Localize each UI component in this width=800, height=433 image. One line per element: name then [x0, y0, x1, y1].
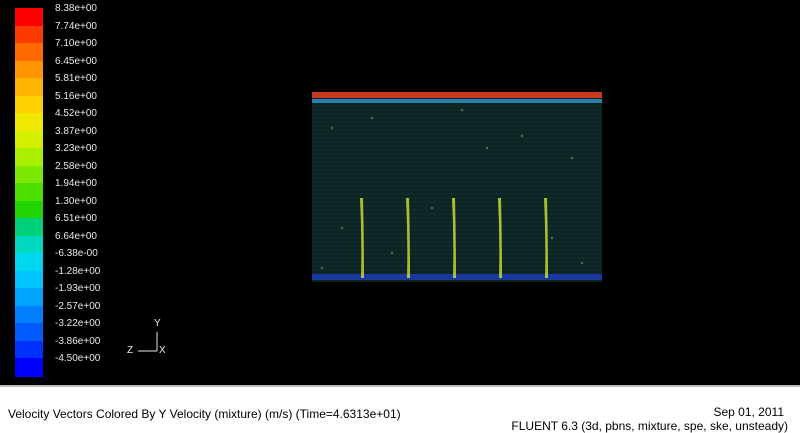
- legend-swatch: [15, 183, 43, 202]
- legend-label: -6.38e-00: [55, 248, 98, 259]
- legend-swatch: [15, 305, 43, 324]
- axis-label-y: Y: [154, 318, 161, 329]
- legend-label: -1.93e+00: [55, 283, 101, 294]
- legend-swatch: [15, 148, 43, 167]
- legend-swatch: [15, 253, 43, 272]
- legend-swatch: [15, 200, 43, 219]
- legend-swatch: [15, 43, 43, 62]
- legend-swatch: [15, 288, 43, 307]
- vector-speck: [485, 146, 489, 150]
- legend-label: -3.22e+00: [55, 318, 101, 329]
- legend-swatch: [15, 218, 43, 237]
- vector-speck: [580, 261, 584, 265]
- vector-speck: [550, 236, 554, 240]
- legend-swatch: [15, 60, 43, 79]
- color-legend: 8.38e+00 7.74e+00 7.10e+00 6.45e+00 5.81e+00…: [15, 4, 115, 377]
- legend-swatch: [15, 323, 43, 342]
- legend-label: -1.28e+00: [55, 265, 101, 277]
- info-bar: Velocity Vectors Colored By Y Velocity (…: [0, 385, 800, 433]
- legend-label: -4.50e+00: [55, 353, 101, 364]
- legend-label: 8.38e+00: [55, 3, 97, 14]
- vector-speck: [460, 108, 464, 112]
- legend-swatch: [15, 113, 43, 132]
- axis-label-z: Z: [127, 345, 134, 356]
- legend-swatch: [15, 25, 43, 44]
- plot-caption: Velocity Vectors Colored By Y Velocity (…: [8, 407, 401, 421]
- vector-speck: [570, 156, 574, 160]
- legend-label: -2.57e+00: [55, 300, 101, 312]
- legend-swatch: [15, 340, 43, 359]
- legend-label: 4.52e+00: [55, 108, 97, 119]
- axis-triad-lines: [138, 332, 158, 352]
- plot-date: Sep 01, 2011: [713, 405, 784, 419]
- legend-swatch: [15, 130, 43, 149]
- graphics-viewport[interactable]: 8.38e+00 7.74e+00 7.10e+00 6.45e+00 5.81e+00…: [0, 0, 800, 385]
- vector-speck: [340, 226, 344, 230]
- legend-label: 5.16e+00: [55, 90, 97, 102]
- top-band: [312, 92, 602, 98]
- legend-label: 1.94e+00: [55, 178, 97, 189]
- legend-swatch: [15, 165, 43, 184]
- legend-label: 6.51e+00: [55, 213, 97, 224]
- axis-triad: Y Z X: [125, 318, 175, 363]
- legend-label: 3.23e+00: [55, 143, 97, 154]
- vector-speck: [330, 126, 334, 130]
- info-bar-divider: [0, 385, 800, 387]
- legend-label: 3.87e+00: [55, 125, 97, 137]
- legend-label: -3.86e+00: [55, 335, 101, 347]
- legend-label: 7.10e+00: [55, 38, 97, 49]
- vector-speck: [520, 134, 524, 138]
- legend-swatch: [15, 8, 43, 27]
- legend-label: 7.74e+00: [55, 20, 97, 32]
- vector-speck: [370, 116, 374, 120]
- bottom-band: [312, 274, 602, 280]
- legend-label: 5.81e+00: [55, 73, 97, 84]
- vector-speck: [430, 206, 434, 210]
- solver-version: FLUENT 6.3 (3d, pbns, mixture, spe, ske,…: [511, 419, 788, 433]
- legend-swatch: [15, 235, 43, 254]
- legend-swatch: [15, 78, 43, 97]
- axis-label-x: X: [159, 345, 166, 356]
- legend-label: 1.30e+00: [55, 195, 97, 207]
- legend-label: 6.64e+00: [55, 230, 97, 242]
- legend-swatch: [15, 358, 43, 377]
- second-band: [312, 99, 602, 103]
- vector-speck: [390, 251, 394, 255]
- legend-swatch: [15, 270, 43, 289]
- legend-label: 6.45e+00: [55, 55, 97, 67]
- velocity-vector-field: [312, 92, 602, 282]
- vector-speck: [320, 266, 324, 270]
- legend-label: 2.58e+00: [55, 160, 97, 172]
- legend-swatch: [15, 95, 43, 114]
